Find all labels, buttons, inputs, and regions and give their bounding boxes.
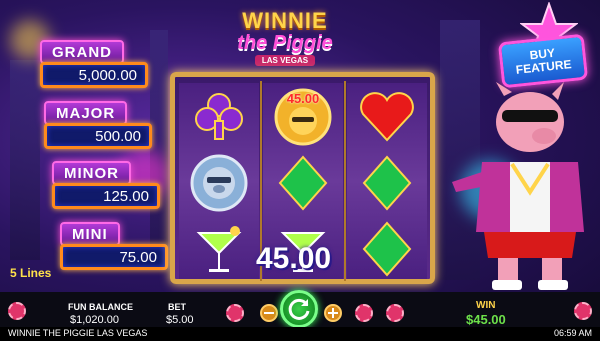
logo-location: LAS VEGAS — [255, 55, 315, 66]
pig-mascot — [452, 82, 584, 290]
game-title: WINNIE THE PIGGIE LAS VEGAS — [8, 328, 148, 338]
diamond-symbol — [271, 153, 335, 213]
title-bar: WINNIE THE PIGGIE LAS VEGAS 06:59 AM — [0, 327, 600, 341]
bet-chip-button[interactable] — [226, 304, 244, 322]
paylines-label: 5 Lines — [10, 266, 52, 280]
cocktail-symbol — [187, 219, 251, 279]
turbo-chip-button[interactable] — [386, 304, 404, 322]
reel-3 — [347, 83, 427, 279]
win-label: WIN — [476, 300, 496, 311]
win-value: $45.00 — [466, 312, 506, 327]
jackpot-major-label: MAJOR — [44, 101, 128, 125]
diamond-icon — [278, 155, 328, 211]
background-tower — [10, 60, 40, 260]
heart-icon — [360, 92, 414, 142]
jackpot-major-value: 500.00 — [44, 123, 152, 149]
win-amount-overlay: 45.00 — [256, 242, 332, 275]
bet-label: BET — [168, 302, 186, 312]
pig-coin-icon — [190, 154, 248, 212]
minus-icon — [264, 312, 274, 314]
autoplay-chip-button[interactable] — [355, 304, 373, 322]
jackpot-minor-value: 125.00 — [52, 183, 160, 209]
coin-symbol: 45.00 — [271, 87, 335, 147]
spin-button[interactable] — [280, 290, 318, 328]
game-logo: WINNIE the Piggie LAS VEGAS — [205, 6, 365, 70]
plus-icon — [328, 308, 338, 318]
club-symbol — [187, 87, 251, 147]
coin-value: 45.00 — [286, 91, 320, 106]
logo-subtitle: the Piggie — [237, 32, 333, 54]
diamond-symbol — [355, 153, 419, 213]
jackpot-mini-label: MINI — [60, 222, 120, 246]
background-tower — [150, 30, 168, 270]
bet-value: $5.00 — [166, 314, 194, 326]
logo-title: WINNIE — [242, 8, 328, 33]
spin-icon — [288, 298, 310, 320]
fun-balance-label: FUN BALANCE — [68, 302, 133, 312]
heart-symbol — [355, 87, 419, 147]
game-stage: GRAND 5,000.00 MAJOR 500.00 MINOR 125.00… — [0, 0, 600, 341]
clock: 06:59 AM — [553, 328, 592, 338]
reel-1 — [179, 83, 259, 279]
diamond-icon — [362, 155, 412, 211]
jackpot-mini-value: 75.00 — [60, 244, 168, 270]
menu-chip-button[interactable] — [8, 302, 26, 320]
bet-increase-button[interactable] — [324, 304, 342, 322]
fun-balance-value: $1,020.00 — [70, 314, 119, 326]
buy-feature-button[interactable]: BUY FEATURE — [497, 33, 589, 89]
club-icon — [195, 93, 243, 140]
diamond-symbol — [355, 219, 419, 279]
settings-chip-button[interactable] — [574, 302, 592, 320]
bet-decrease-button[interactable] — [260, 304, 278, 322]
diamond-icon — [362, 221, 412, 277]
jackpot-grand-value: 5,000.00 — [40, 62, 148, 88]
buy-feature-line2: FEATURE — [515, 57, 573, 77]
reel-divider — [344, 81, 346, 281]
wild-pig-symbol — [187, 153, 251, 213]
jackpot-grand-label: GRAND — [40, 40, 124, 64]
cocktail-icon — [196, 226, 242, 272]
jackpot-minor-label: MINOR — [52, 161, 131, 185]
